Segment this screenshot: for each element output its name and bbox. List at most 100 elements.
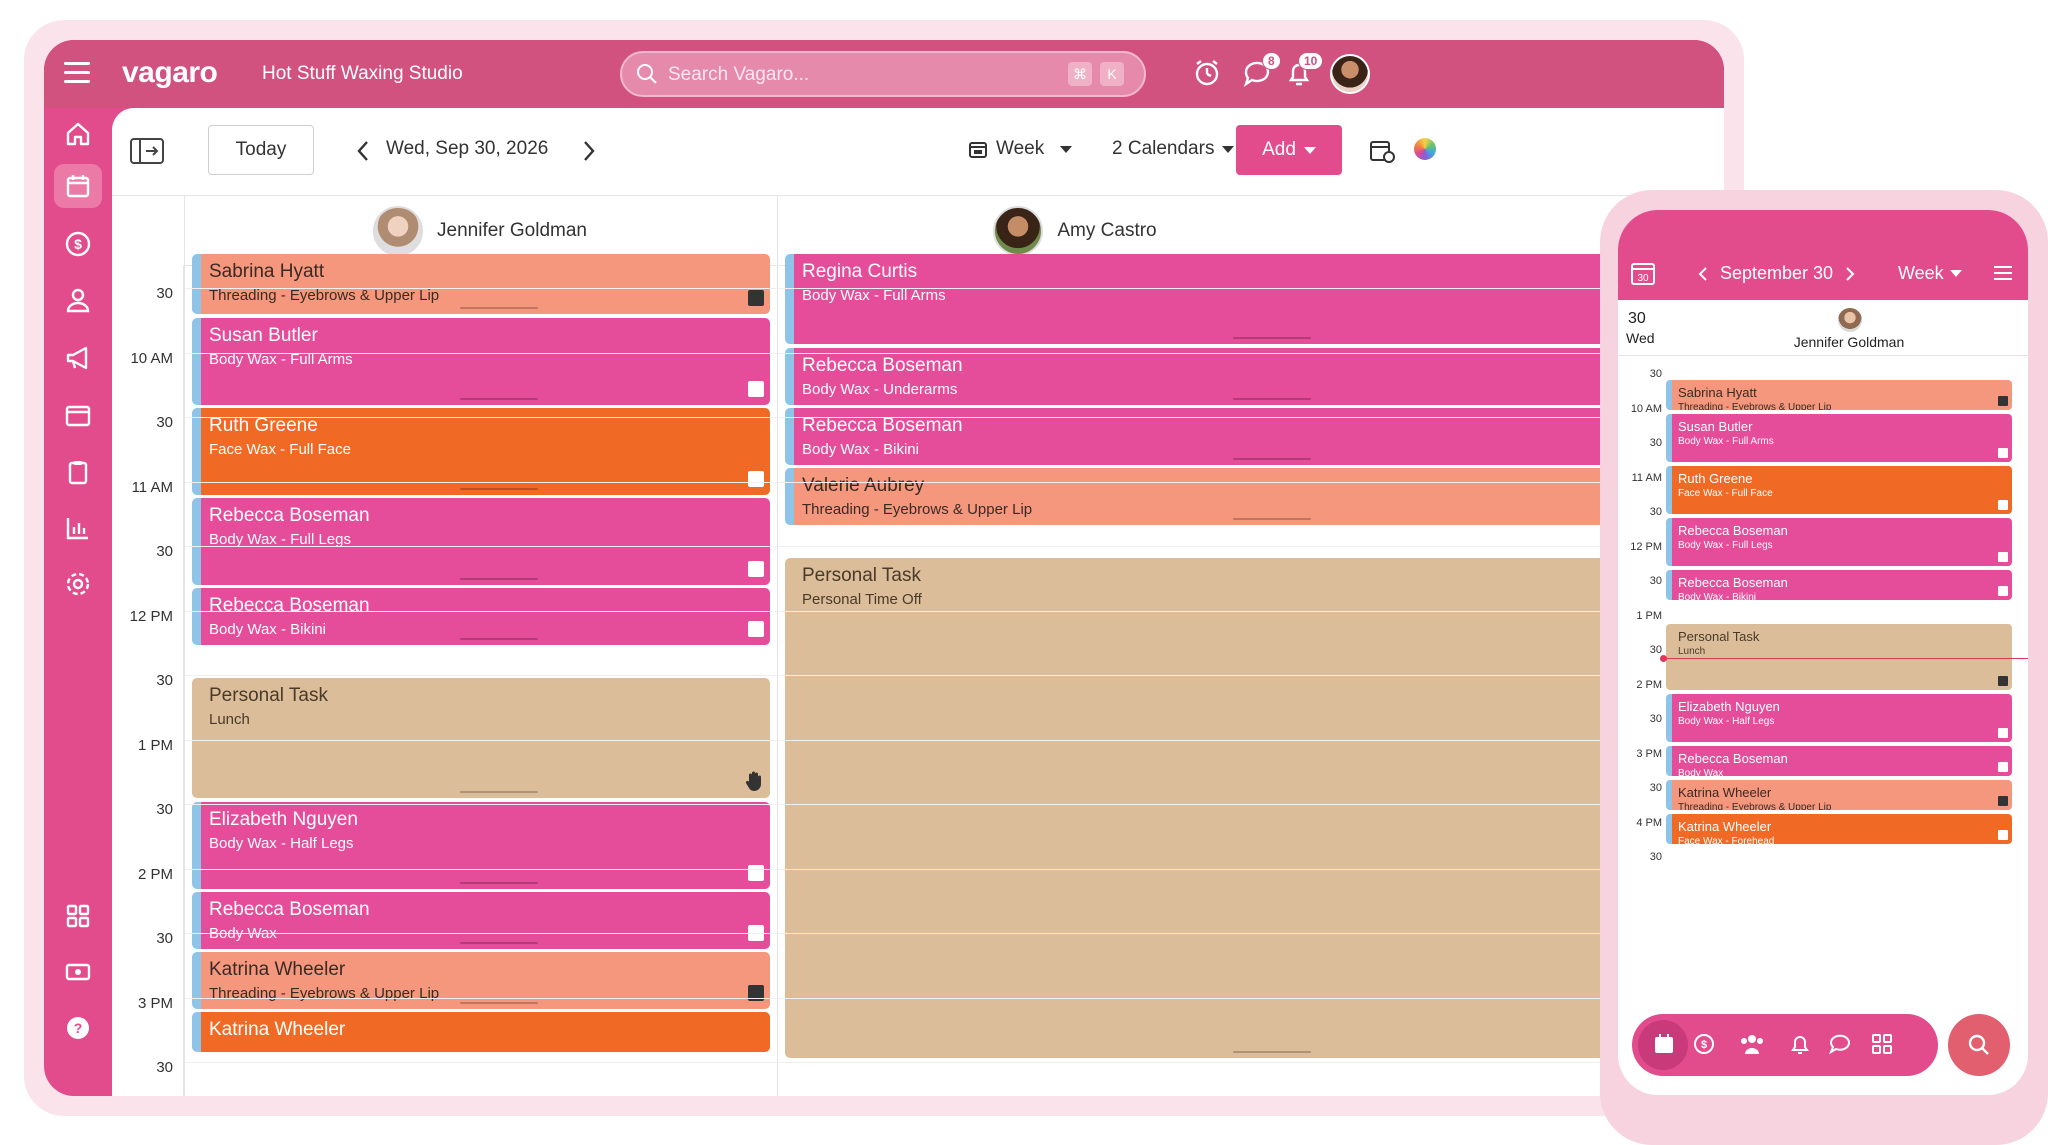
resize-handle[interactable]: [1233, 398, 1311, 400]
sidebar-forms[interactable]: [54, 450, 102, 494]
view-selector[interactable]: Week: [968, 138, 1073, 160]
sidebar-sales[interactable]: $: [54, 222, 102, 266]
prev-date-icon[interactable]: [356, 140, 370, 162]
sidebar-calendar[interactable]: [54, 164, 102, 208]
note-icon[interactable]: [1998, 500, 2008, 510]
bell-icon[interactable]: [1788, 1032, 1812, 1056]
sidebar-money[interactable]: [54, 950, 102, 994]
chevron-left-icon[interactable]: [1698, 266, 1708, 282]
appointment-block[interactable]: Sabrina Hyatt Threading - Eyebrows & Uppe…: [192, 254, 770, 314]
add-button[interactable]: Add: [1236, 125, 1342, 175]
phone-time-label: 1 PM: [1636, 609, 1662, 622]
resize-handle[interactable]: [459, 791, 538, 793]
alarm-clock-icon[interactable]: [1192, 58, 1222, 88]
apps-grid-icon[interactable]: [1870, 1032, 1894, 1056]
appointment-block[interactable]: Rebecca Boseman Body Wax - Underarms: [785, 348, 1724, 405]
resize-handle[interactable]: [1233, 458, 1311, 460]
phone-appointment-block[interactable]: Katrina Wheeler Face Wax - Forehead: [1666, 814, 2012, 844]
grid-line: [185, 288, 1724, 289]
sidebar-customers[interactable]: [54, 278, 102, 322]
phone-search-button[interactable]: [1948, 1014, 2010, 1076]
resize-handle[interactable]: [459, 638, 538, 640]
resize-handle[interactable]: [459, 942, 538, 944]
color-wheel-icon[interactable]: [1414, 138, 1436, 160]
calendars-selector[interactable]: 2 Calendars: [1112, 138, 1235, 160]
note-icon[interactable]: [1998, 552, 2008, 562]
menu-icon[interactable]: [1994, 266, 2012, 284]
appointment-block[interactable]: Regina Curtis Body Wax - Full Arms: [785, 254, 1724, 344]
calendar-icon[interactable]: 30: [1630, 260, 1656, 286]
resize-handle[interactable]: [459, 488, 538, 490]
phone-day-number: 30: [1628, 310, 1646, 327]
resize-handle[interactable]: [1233, 337, 1311, 339]
note-icon[interactable]: [1998, 586, 2008, 596]
note-icon[interactable]: [1998, 728, 2008, 738]
note-icon[interactable]: [748, 290, 764, 306]
sidebar-apps[interactable]: [54, 894, 102, 938]
note-icon[interactable]: [1998, 762, 2008, 772]
note-icon[interactable]: [1998, 796, 2008, 806]
sidebar-home[interactable]: [54, 112, 102, 156]
note-icon[interactable]: [1998, 448, 2008, 458]
appointment-block[interactable]: Susan Butler Body Wax - Full Arms: [192, 318, 770, 405]
sidebar-marketing[interactable]: [54, 336, 102, 380]
appointment-client: Ruth Greene: [1678, 471, 1753, 486]
search-placeholder[interactable]: Search Vagaro...: [668, 64, 809, 86]
menu-icon[interactable]: [64, 62, 90, 84]
appointment-block[interactable]: Katrina Wheeler: [192, 1012, 770, 1052]
collapse-panel-icon[interactable]: [130, 138, 164, 164]
resize-handle[interactable]: [459, 578, 538, 580]
calendar-icon[interactable]: [1652, 1032, 1676, 1056]
resize-handle[interactable]: [1233, 518, 1311, 520]
note-icon[interactable]: [748, 865, 764, 881]
phone-appointment-block[interactable]: Ruth Greene Face Wax - Full Face: [1666, 466, 2012, 514]
today-button[interactable]: Today: [208, 125, 314, 175]
phone-appointment-block[interactable]: Elizabeth Nguyen Body Wax - Half Legs: [1666, 694, 2012, 742]
note-icon[interactable]: [748, 985, 764, 1001]
appointment-block[interactable]: Personal Task Lunch: [192, 678, 770, 798]
note-icon[interactable]: [748, 471, 764, 487]
user-avatar[interactable]: [1330, 54, 1370, 94]
appointment-block[interactable]: Elizabeth Nguyen Body Wax - Half Legs: [192, 802, 770, 889]
resize-handle[interactable]: [459, 307, 538, 309]
resize-handle[interactable]: [459, 398, 538, 400]
resize-handle[interactable]: [459, 1002, 538, 1004]
phone-appointment-block[interactable]: Personal Task Lunch: [1666, 624, 2012, 690]
customers-icon[interactable]: [1738, 1032, 1766, 1056]
resize-handle[interactable]: [1233, 1051, 1311, 1053]
resize-handle[interactable]: [459, 882, 538, 884]
phone-appointment-block[interactable]: Susan Butler Body Wax - Full Arms: [1666, 414, 2012, 462]
time-column: 30 10 AM 30 11 AM 30 12 PM 30 1 PM 30 2 PM 30 3 PM 3…: [112, 266, 184, 1096]
note-icon[interactable]: [748, 561, 764, 577]
sidebar-help[interactable]: ?: [54, 1006, 102, 1050]
appointment-service: Body Wax - Half Legs: [1678, 716, 1775, 727]
note-icon[interactable]: [748, 621, 764, 637]
drag-hand-icon[interactable]: [744, 770, 764, 792]
phone-appointment-block[interactable]: Rebecca Boseman Body Wax: [1666, 746, 2012, 776]
sidebar-reports[interactable]: [54, 506, 102, 550]
note-icon[interactable]: [1998, 676, 2008, 686]
phone-appointment-block[interactable]: Rebecca Boseman Body Wax - Bikini: [1666, 570, 2012, 600]
note-icon[interactable]: [1998, 396, 2008, 406]
appointment-block[interactable]: Rebecca Boseman Body Wax: [192, 892, 770, 949]
sidebar-settings[interactable]: [54, 562, 102, 606]
appointment-block[interactable]: Katrina Wheeler Threading - Eyebrows & Up…: [192, 952, 770, 1009]
appointment-block[interactable]: Personal Task Personal Time Off: [785, 558, 1724, 1058]
calendar-settings-icon[interactable]: [1368, 136, 1396, 164]
chevron-down-icon: [1222, 145, 1235, 153]
chat-icon[interactable]: [1828, 1032, 1852, 1056]
phone-appointment-block[interactable]: Katrina Wheeler Threading - Eyebrows & Up…: [1666, 780, 2012, 810]
phone-appointment-block[interactable]: Sabrina Hyatt Threading - Eyebrows & Uppe…: [1666, 380, 2012, 410]
phone-view-selector[interactable]: Week: [1898, 263, 1962, 284]
chevron-right-icon[interactable]: [1845, 266, 1855, 282]
note-icon[interactable]: [1998, 830, 2008, 840]
appointment-block[interactable]: Valerie Aubrey Threading - Eyebrows & Upp…: [785, 468, 1724, 525]
appointment-block[interactable]: Rebecca Boseman Body Wax - Full Legs: [192, 498, 770, 585]
appointment-block[interactable]: Rebecca Boseman Body Wax - Bikini: [192, 588, 770, 645]
note-icon[interactable]: [748, 381, 764, 397]
search-bar[interactable]: Search Vagaro... ⌘ K: [620, 51, 1146, 97]
next-date-icon[interactable]: [582, 140, 596, 162]
phone-appointment-block[interactable]: Rebecca Boseman Body Wax - Full Legs: [1666, 518, 2012, 566]
dollar-circle-icon[interactable]: $: [1692, 1032, 1716, 1056]
sidebar-online[interactable]: [54, 394, 102, 438]
